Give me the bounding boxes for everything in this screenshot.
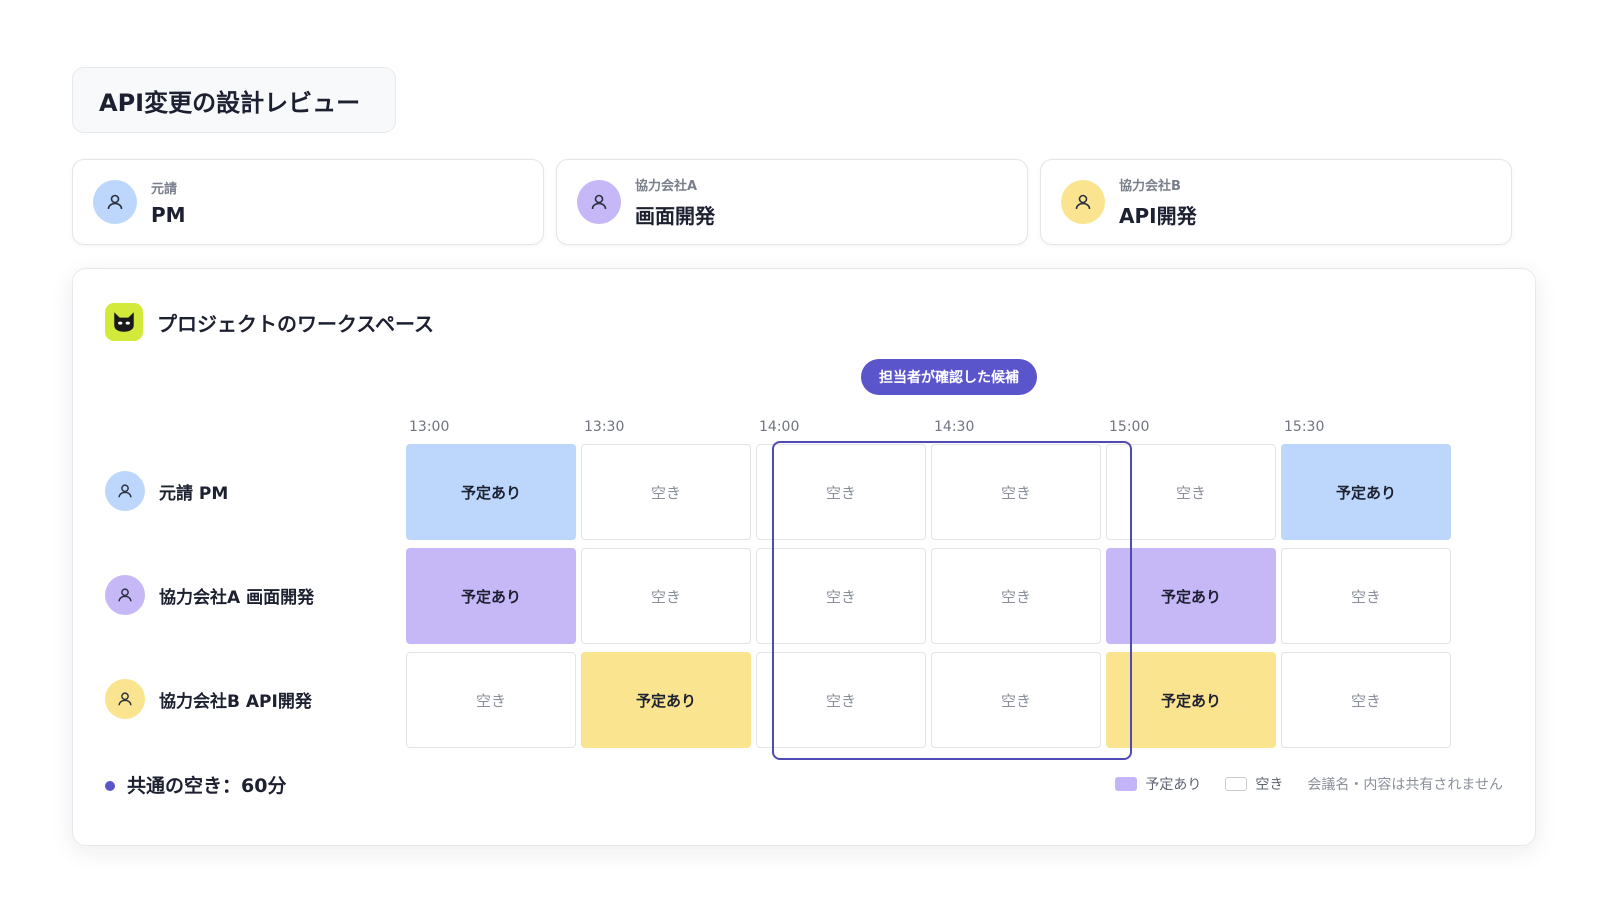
slot-cell[interactable]: 空き bbox=[931, 548, 1101, 644]
slot-cell[interactable]: 空き bbox=[1281, 652, 1451, 748]
slot-cell[interactable]: 空き bbox=[581, 548, 751, 644]
row-label-partner-b: 協力会社B API開発 bbox=[105, 679, 312, 719]
person-icon bbox=[1061, 180, 1105, 224]
row-name: 協力会社B API開発 bbox=[159, 691, 312, 712]
party-card-partner-a: 協力会社A 画面開発 bbox=[556, 159, 1028, 245]
slot-cell[interactable]: 空き bbox=[756, 444, 926, 540]
slot-cell[interactable]: 空き bbox=[1106, 444, 1276, 540]
summary-dot bbox=[105, 781, 115, 791]
workspace-header: プロジェクトのワークスペース bbox=[105, 303, 434, 341]
cat-mask-icon bbox=[105, 303, 143, 341]
privacy-note: 会議名・内容は共有されません bbox=[1307, 777, 1503, 793]
party-role: API開発 bbox=[1119, 204, 1197, 228]
slot-cell[interactable]: 予定あり bbox=[406, 444, 576, 540]
page-title: API変更の設計レビュー bbox=[72, 67, 396, 133]
time-label: 15:30 bbox=[1284, 419, 1325, 435]
row-label-prime-pm: 元請 PM bbox=[105, 471, 228, 511]
row-label-partner-a: 協力会社A 画面開発 bbox=[105, 575, 314, 615]
slot-cell[interactable]: 予定あり bbox=[1106, 652, 1276, 748]
slot-cell[interactable]: 空き bbox=[931, 444, 1101, 540]
slot-cell[interactable]: 空き bbox=[1281, 548, 1451, 644]
row-name: 協力会社A 画面開発 bbox=[159, 587, 315, 608]
slot-cell[interactable]: 予定あり bbox=[1106, 548, 1276, 644]
slot-cell[interactable]: 予定あり bbox=[1281, 444, 1451, 540]
slot-cell[interactable]: 予定あり bbox=[581, 652, 751, 748]
legend-busy-label: 予定あり bbox=[1145, 777, 1202, 793]
person-icon bbox=[105, 679, 145, 719]
time-label: 13:30 bbox=[584, 419, 625, 435]
workspace-panel: プロジェクトのワークスペース 担当者が確認した候補 13:00 13:30 14… bbox=[72, 268, 1536, 846]
legend-free-label: 空き bbox=[1255, 777, 1284, 793]
row-name: 元請 PM bbox=[159, 483, 229, 504]
party-card-partner-b: 協力会社B API開発 bbox=[1040, 159, 1512, 245]
legend-busy: 予定あり bbox=[1115, 774, 1201, 794]
slot-cell[interactable]: 空き bbox=[581, 444, 751, 540]
legend-free-swatch bbox=[1225, 777, 1248, 791]
candidate-badge: 担当者が確認した候補 bbox=[861, 359, 1037, 395]
legend-busy-swatch bbox=[1115, 777, 1138, 791]
slot-cell[interactable]: 予定あり bbox=[406, 548, 576, 644]
party-role: PM bbox=[151, 202, 186, 227]
common-free-summary: 共通の空き：60分 bbox=[127, 775, 287, 797]
person-icon bbox=[105, 471, 145, 511]
party-org: 協力会社A bbox=[635, 179, 698, 194]
slot-cell[interactable]: 空き bbox=[931, 652, 1101, 748]
slot-cell[interactable]: 空き bbox=[406, 652, 576, 748]
party-org: 協力会社B bbox=[1119, 179, 1181, 194]
person-icon bbox=[105, 575, 145, 615]
party-card-prime: 元請 PM bbox=[72, 159, 544, 245]
person-icon bbox=[93, 180, 137, 224]
time-label: 15:00 bbox=[1109, 419, 1150, 435]
party-role: 画面開発 bbox=[635, 204, 715, 228]
time-label: 14:30 bbox=[934, 419, 975, 435]
party-org: 元請 bbox=[151, 181, 178, 197]
slot-cell[interactable]: 空き bbox=[756, 548, 926, 644]
slot-cell[interactable]: 空き bbox=[756, 652, 926, 748]
time-label: 13:00 bbox=[409, 419, 450, 435]
workspace-title: プロジェクトのワークスペース bbox=[157, 311, 434, 336]
person-icon bbox=[577, 180, 621, 224]
legend: 予定あり 空き 会議名・内容は共有されません bbox=[1115, 774, 1503, 794]
legend-free: 空き bbox=[1225, 774, 1283, 794]
time-label: 14:00 bbox=[759, 419, 800, 435]
